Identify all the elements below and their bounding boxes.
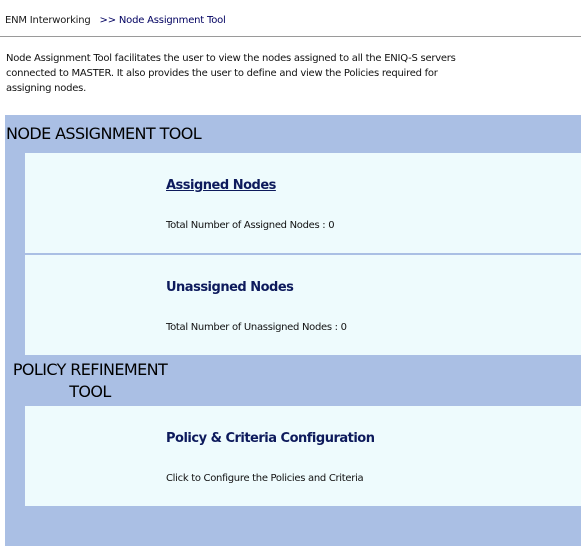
unassigned-nodes-card: Unassigned Nodes Total Number of Unassig… <box>25 255 581 355</box>
policy-refinement-heading-line2: TOOL <box>69 382 111 401</box>
unassigned-nodes-count: Total Number of Unassigned Nodes : 0 <box>166 322 347 333</box>
breadcrumb-root[interactable]: ENM Interworking <box>5 15 91 26</box>
policy-criteria-card[interactable]: Policy & Criteria Configuration Click to… <box>25 406 581 506</box>
breadcrumb: ENM Interworking >> Node Assignment Tool <box>5 15 226 26</box>
node-assignment-tool-heading: NODE ASSIGNMENT TOOL <box>6 124 202 143</box>
page-description: Node Assignment Tool facilitates the use… <box>6 53 456 94</box>
policy-criteria-configuration-title[interactable]: Policy & Criteria Configuration <box>166 431 375 446</box>
assigned-nodes-card: Assigned Nodes Total Number of Assigned … <box>25 153 581 253</box>
unassigned-nodes-title: Unassigned Nodes <box>166 280 294 295</box>
assigned-nodes-link[interactable]: Assigned Nodes <box>166 178 276 193</box>
breadcrumb-current: Node Assignment Tool <box>118 15 226 26</box>
header-divider <box>0 36 581 37</box>
policy-criteria-configure-text[interactable]: Click to Configure the Policies and Crit… <box>166 473 364 484</box>
page: ENM Interworking >> Node Assignment Tool… <box>0 0 586 553</box>
breadcrumb-separator: >> <box>99 15 117 26</box>
policy-refinement-tool-heading: POLICY REFINEMENT TOOL <box>5 359 175 407</box>
assigned-nodes-count: Total Number of Assigned Nodes : 0 <box>166 220 335 231</box>
tools-panel: NODE ASSIGNMENT TOOL Assigned Nodes Tota… <box>5 115 581 546</box>
policy-refinement-heading-line1: POLICY REFINEMENT <box>12 360 168 379</box>
